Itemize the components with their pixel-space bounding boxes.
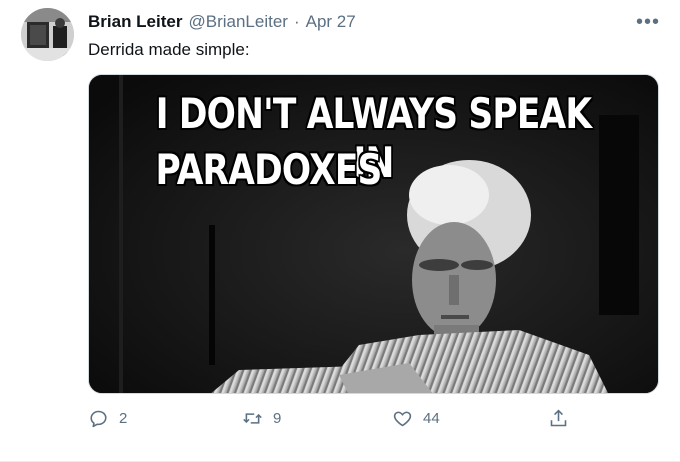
heart-icon [393,411,412,427]
avatar[interactable] [21,8,74,61]
retweet-button[interactable]: 9 [242,408,281,429]
tweet-actions: 2 9 44 [88,408,588,432]
more-icon[interactable]: ••• [636,12,660,32]
tweet-text: Derrida made simple: [88,40,250,59]
avatar-image [21,8,74,61]
author-handle[interactable]: @BrianLeiter [188,12,287,32]
reply-button[interactable]: 2 [88,408,127,429]
author-name[interactable]: Brian Leiter [88,12,182,32]
tweet-date[interactable]: Apr 27 [306,12,356,32]
reply-icon [90,410,107,428]
meme-caption-line-2: PARADOXES [155,145,382,194]
tweet[interactable]: Brian Leiter @BrianLeiter · Apr 27 ••• D… [0,0,680,462]
retweet-count: 9 [273,410,282,427]
separator-dot: · [293,12,300,31]
share-button[interactable] [548,408,569,429]
tweet-media-image[interactable]: I DON'T ALWAYS SPEAK IN PARADOXES [88,74,659,394]
reply-count: 2 [119,410,128,427]
like-button[interactable]: 44 [392,408,440,429]
share-icon [550,409,567,427]
tweet-header: Brian Leiter @BrianLeiter · Apr 27 [88,12,356,32]
like-count: 44 [423,410,440,427]
retweet-icon [243,413,262,424]
